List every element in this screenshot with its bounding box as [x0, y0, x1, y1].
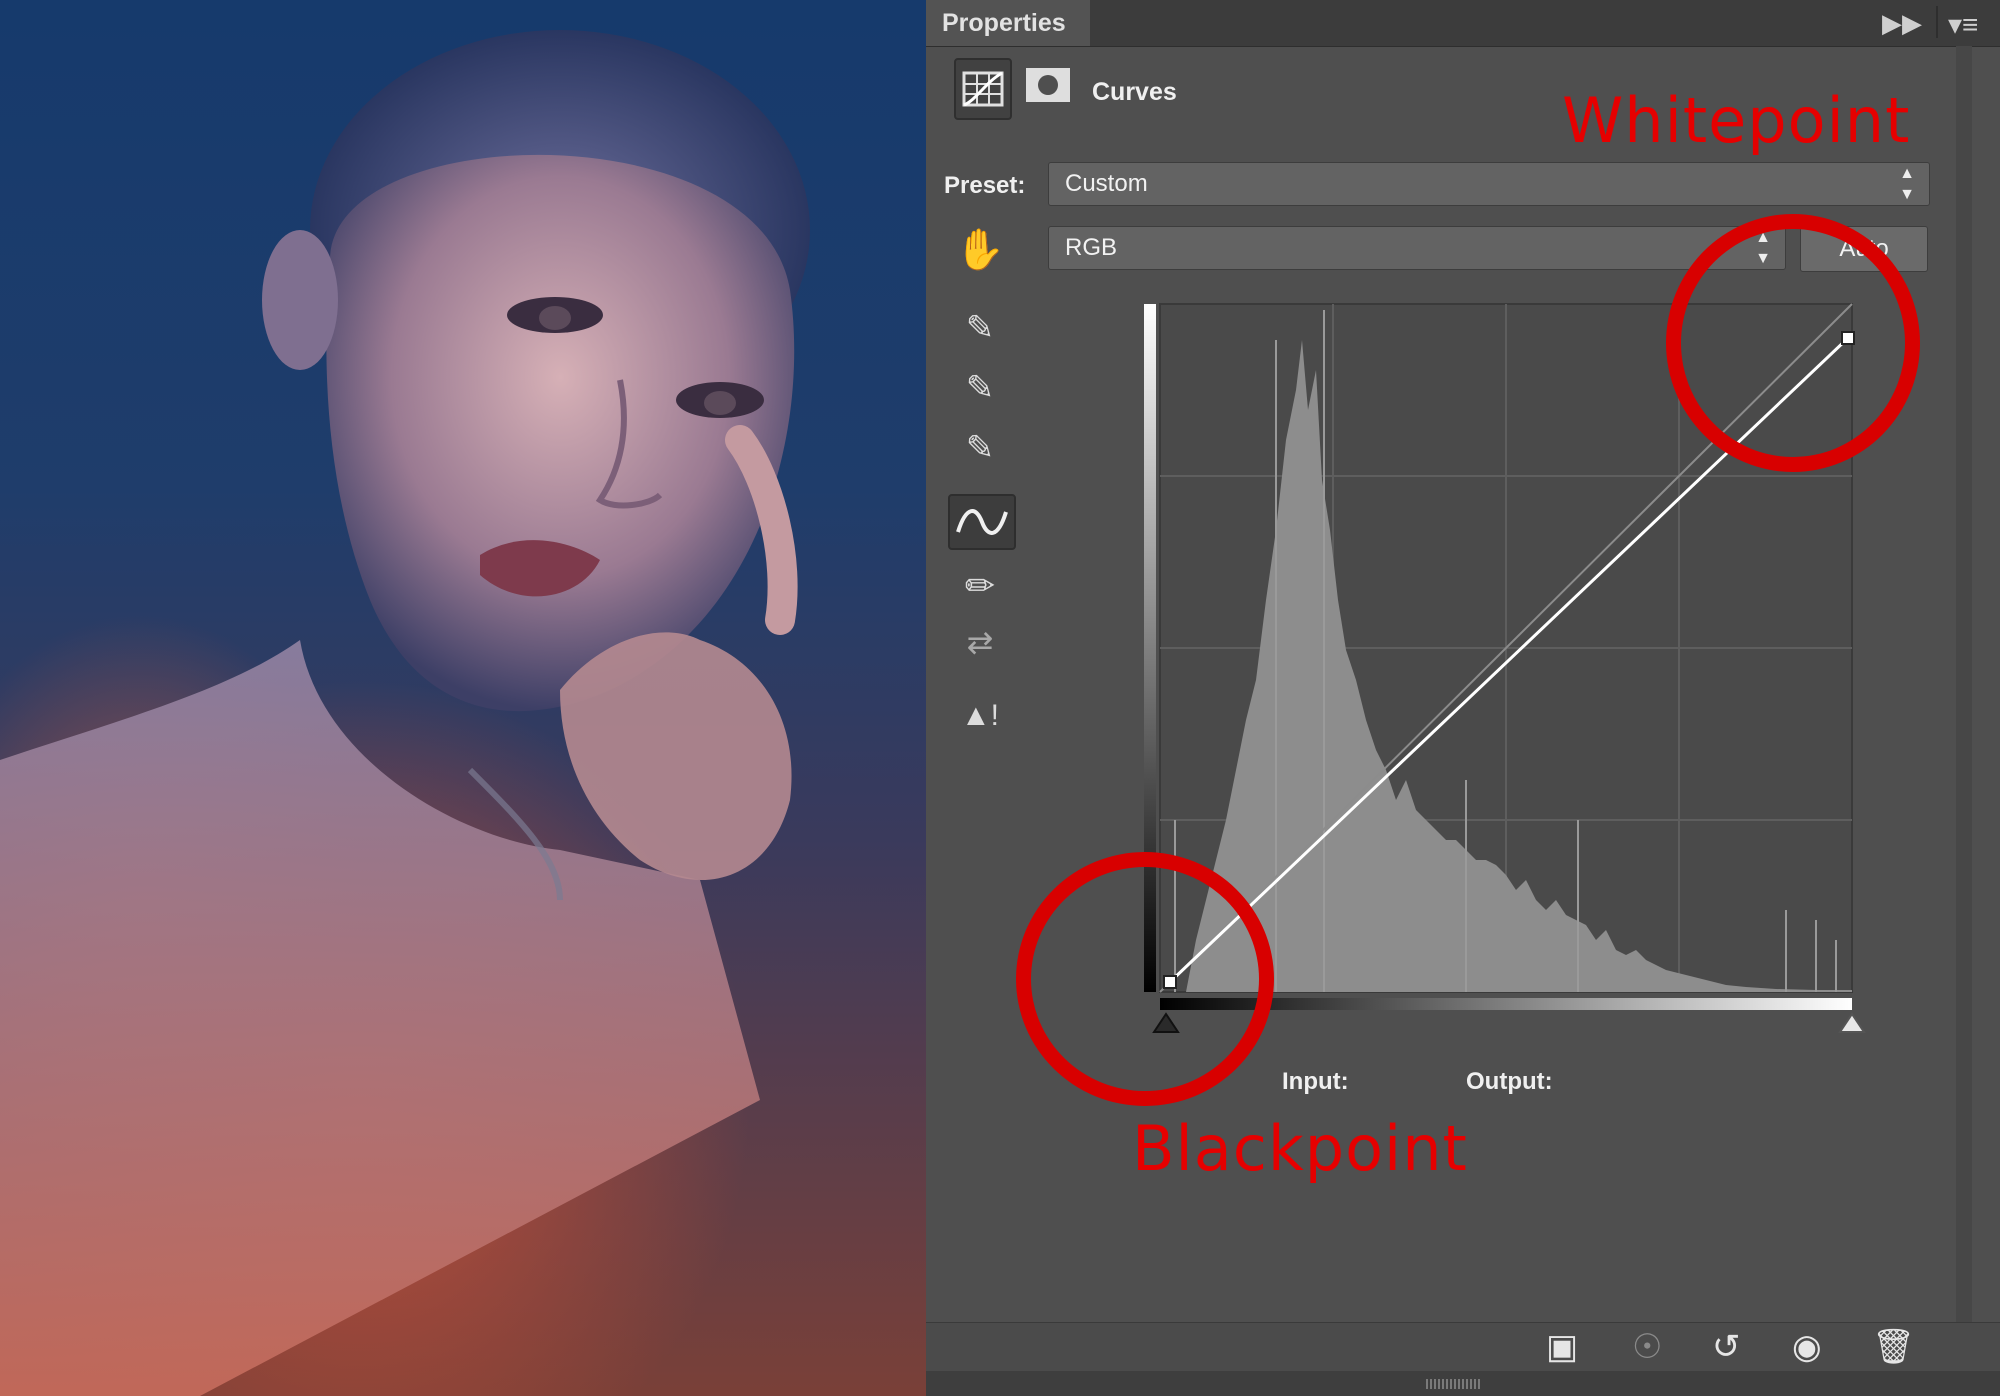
- preset-select[interactable]: Custom ▲ ▼: [1048, 162, 1930, 206]
- pencil-draw-tool[interactable]: ✏: [948, 558, 1012, 614]
- gray-eyedropper-tool[interactable]: ✎: [948, 360, 1012, 416]
- portrait-photo: [0, 0, 926, 1396]
- reset-adjustment-icon[interactable]: ↺: [1712, 1327, 1741, 1367]
- smooth-curve-tool[interactable]: ⇄: [948, 614, 1012, 670]
- mask-mode-button[interactable]: [1022, 58, 1080, 120]
- blackpoint-annotation: Blackpoint: [1132, 1112, 1468, 1185]
- curve-points-icon: [956, 509, 1008, 535]
- portrait-illustration: [0, 30, 810, 1396]
- panel-bottom-strip: [926, 1371, 2000, 1396]
- black-eyedropper-icon: ✎: [965, 309, 995, 347]
- curve-points-tool[interactable]: [948, 494, 1016, 550]
- input-label: Input:: [1282, 1068, 1349, 1095]
- black-eyedropper-tool[interactable]: ✎: [948, 300, 1012, 356]
- curves-mode-button[interactable]: [954, 58, 1012, 120]
- toggle-visibility-icon[interactable]: ◉: [1792, 1327, 1822, 1367]
- panel-tab-bar: Properties ▶▶ ▾≡: [926, 0, 2000, 47]
- smooth-curve-icon: ⇄: [966, 624, 994, 660]
- channel-value: RGB: [1065, 234, 1118, 261]
- tabbar-separator: [1936, 6, 1938, 38]
- blackpoint-highlight-circle: [1016, 852, 1274, 1106]
- properties-panel: Properties ▶▶ ▾≡ Curves Preset: Custom ▲…: [926, 0, 2000, 1396]
- white-eyedropper-icon: ✎: [965, 429, 995, 467]
- view-previous-state-icon[interactable]: ☉: [1632, 1327, 1662, 1367]
- white-eyedropper-tool[interactable]: ✎: [948, 420, 1012, 476]
- adjustment-title: Curves: [1092, 78, 1177, 106]
- delete-adjustment-icon[interactable]: 🗑: [1872, 1327, 1915, 1367]
- resize-grip[interactable]: [1426, 1379, 1482, 1389]
- clipping-warning-icon: ▲!: [960, 699, 1000, 732]
- channel-select[interactable]: RGB ▲ ▼: [1048, 226, 1786, 270]
- preset-value: Custom: [1065, 170, 1148, 197]
- clipping-warning-tool[interactable]: ▲!: [948, 688, 1012, 744]
- panel-menu-icon[interactable]: ▾≡: [1948, 8, 1978, 41]
- curves-adjustment-icon: [962, 71, 1004, 107]
- output-label: Output:: [1466, 1068, 1553, 1095]
- gray-eyedropper-icon: ✎: [965, 369, 995, 407]
- layer-mask-icon: [1026, 68, 1070, 102]
- panel-scrollbar[interactable]: [1956, 46, 1972, 1322]
- whitepoint-annotation: Whitepoint: [1562, 84, 1911, 157]
- properties-tab[interactable]: Properties: [926, 0, 1090, 46]
- pencil-draw-icon: ✏: [964, 565, 996, 606]
- collapse-panel-icon[interactable]: ▶▶: [1882, 8, 1922, 39]
- white-input-slider[interactable]: [1838, 1012, 1866, 1033]
- panel-footer: ▣ ☉ ↺ ◉ 🗑: [926, 1322, 2000, 1371]
- clip-to-layer-icon[interactable]: ▣: [1546, 1327, 1578, 1367]
- on-image-adjust-tool[interactable]: ✋: [948, 222, 1012, 278]
- preset-label: Preset:: [944, 172, 1026, 199]
- on-image-adjust-icon: ✋: [955, 228, 1005, 272]
- select-arrows-icon: ▲ ▼: [1899, 165, 1915, 203]
- whitepoint-highlight-circle: [1666, 214, 1920, 472]
